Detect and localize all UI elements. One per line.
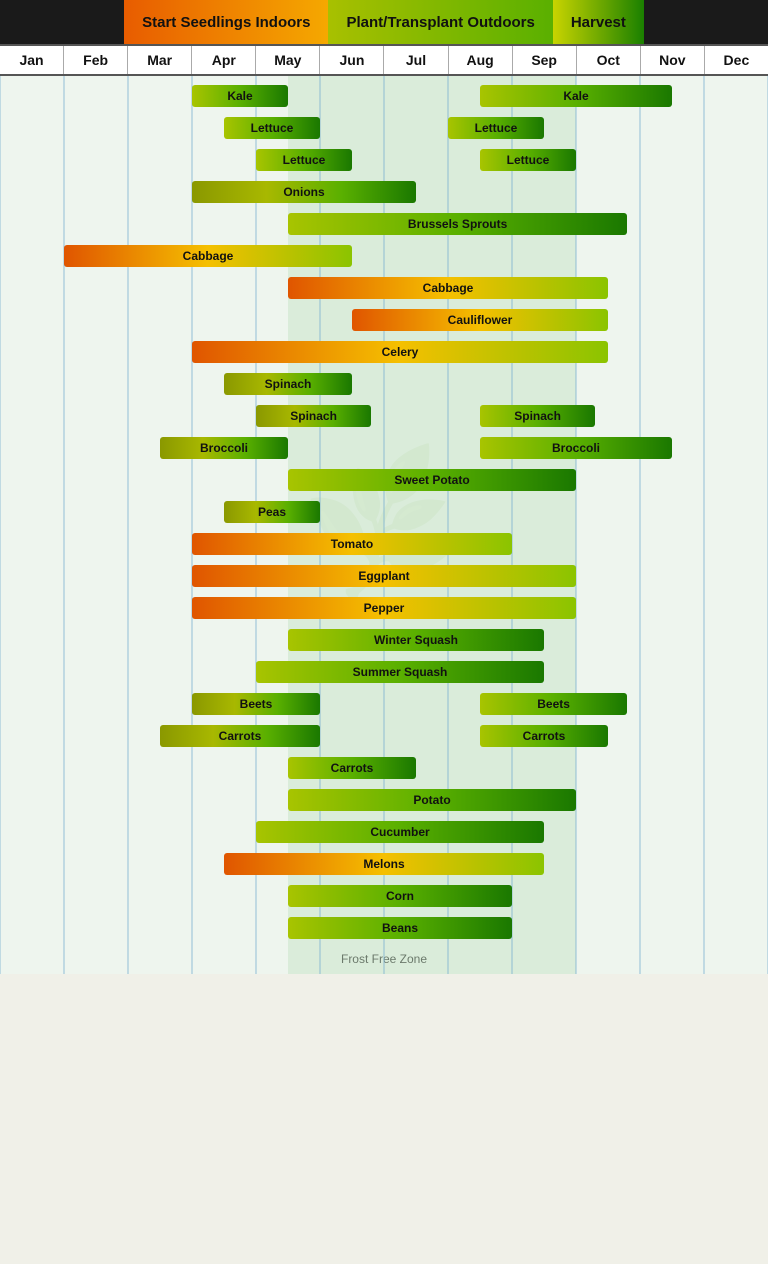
chart-row: Cucumber [0,818,768,846]
bar-beets: Beets [192,693,320,715]
bar-peas: Peas [224,501,320,523]
bar-carrots: Carrots [480,725,608,747]
bar-melons: Melons [224,853,544,875]
bar-summer-squash: Summer Squash [256,661,544,683]
chart-row: Sweet Potato [0,466,768,494]
bar-spinach: Spinach [256,405,371,427]
chart-row: Beans [0,914,768,942]
chart-rows: Kale Kale Lettuce Lettuce Lettuce Lettuce Onio… [0,76,768,948]
chart-row: Kale Kale [0,82,768,110]
chart-area: 🌿 KaleKaleLettuceLettuceLettuceLettuceOn… [0,76,768,974]
bar-tomato: Tomato [192,533,512,555]
chart-row: Peas [0,498,768,526]
chart-row: Spinach [0,370,768,398]
bar-pepper: Pepper [192,597,576,619]
bar-eggplant: Eggplant [192,565,576,587]
legend-plant: Plant/Transplant Outdoors [328,0,552,44]
chart-row: Cauliflower [0,306,768,334]
chart-row: Broccoli Broccoli [0,434,768,462]
chart-row: Winter Squash [0,626,768,654]
bar-cauliflower: Cauliflower [352,309,608,331]
bar-brussels-sprouts: Brussels Sprouts [288,213,627,235]
month-cell-jun: Jun [320,46,384,74]
month-cell-mar: Mar [128,46,192,74]
chart-row: Spinach Spinach [0,402,768,430]
bar-cucumber: Cucumber [256,821,544,843]
bar-corn: Corn [288,885,512,907]
bar-broccoli: Broccoli [480,437,672,459]
bar-kale: Kale [192,85,288,107]
bar-beans: Beans [288,917,512,939]
bar-winter-squash: Winter Squash [288,629,544,651]
bar-spinach: Spinach [480,405,595,427]
chart-row: Cabbage [0,274,768,302]
month-cell-may: May [256,46,320,74]
legend-harvest: Harvest [553,0,644,44]
bar-beets: Beets [480,693,627,715]
bar-kale: Kale [480,85,672,107]
month-cell-sep: Sep [513,46,577,74]
chart-row: Corn [0,882,768,910]
chart-row: Carrots Carrots [0,722,768,750]
bar-celery: Celery [192,341,608,363]
bar-cabbage: Cabbage [288,277,608,299]
chart-row: Melons [0,850,768,878]
chart-row: Onions [0,178,768,206]
bar-onions: Onions [192,181,416,203]
chart-row: Beets Beets [0,690,768,718]
legend-seedlings: Start Seedlings Indoors [124,0,328,44]
bar-lettuce: Lettuce [224,117,320,139]
chart-row: Summer Squash [0,658,768,686]
chart-row: Lettuce Lettuce [0,146,768,174]
bar-potato: Potato [288,789,576,811]
chart-row: Carrots [0,754,768,782]
legend-seedlings-label: Start Seedlings Indoors [142,14,310,31]
chart-row: Tomato [0,530,768,558]
legend-plant-label: Plant/Transplant Outdoors [346,14,534,31]
month-cell-jan: Jan [0,46,64,74]
month-cell-jul: Jul [384,46,448,74]
month-cell-feb: Feb [64,46,128,74]
chart-row: Lettuce Lettuce [0,114,768,142]
month-cell-oct: Oct [577,46,641,74]
bar-spinach: Spinach [224,373,352,395]
month-header: JanFebMarAprMayJunJulAugSepOctNovDec [0,44,768,76]
bar-lettuce: Lettuce [448,117,544,139]
chart-row: Potato [0,786,768,814]
month-cell-nov: Nov [641,46,705,74]
month-cell-dec: Dec [705,46,768,74]
chart-row: Eggplant [0,562,768,590]
bar-carrots: Carrots [160,725,320,747]
bar-sweet-potato: Sweet Potato [288,469,576,491]
legend-harvest-label: Harvest [571,14,626,31]
chart-row: Cabbage [0,242,768,270]
chart-row: Brussels Sprouts [0,210,768,238]
chart-row: Celery [0,338,768,366]
month-cell-aug: Aug [449,46,513,74]
chart-row: Pepper [0,594,768,622]
legend: Start Seedlings Indoors Plant/Transplant… [0,0,768,44]
page: Start Seedlings Indoors Plant/Transplant… [0,0,768,974]
bar-lettuce: Lettuce [256,149,352,171]
bar-cabbage: Cabbage [64,245,352,267]
bar-broccoli: Broccoli [160,437,288,459]
bar-carrots: Carrots [288,757,416,779]
month-cell-apr: Apr [192,46,256,74]
bar-lettuce: Lettuce [480,149,576,171]
